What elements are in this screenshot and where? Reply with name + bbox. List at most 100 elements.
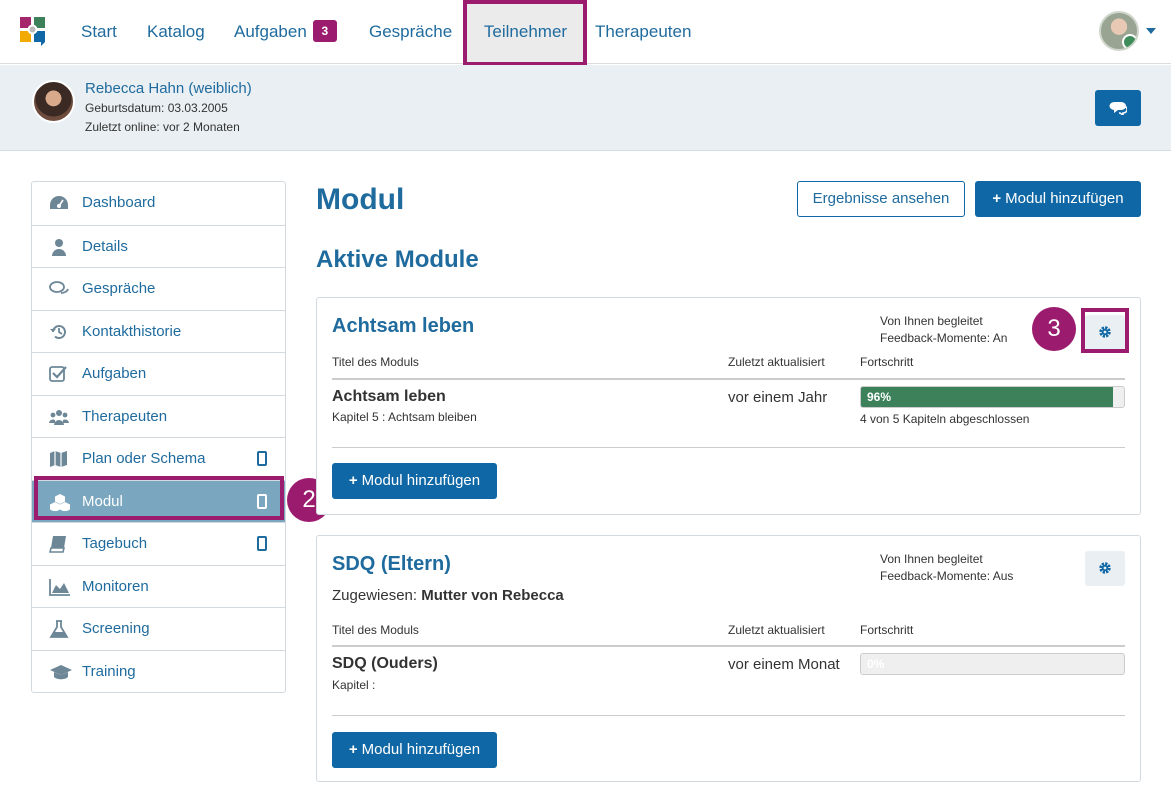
sidebar-item-label: Kontakthistorie bbox=[82, 322, 182, 340]
map-icon bbox=[49, 450, 69, 468]
patient-last-online: Zuletzt online: vor 2 Monaten bbox=[85, 120, 240, 134]
card-meta: Von Ihnen begleitet Feedback-Momente: Au… bbox=[880, 551, 1013, 585]
sidebar: Dashboard Details Gespräche Kontakthisto… bbox=[31, 181, 286, 693]
assigned-name: Mutter von Rebecca bbox=[421, 587, 564, 604]
sidebar-item-gespraeche[interactable]: Gespräche bbox=[32, 267, 285, 310]
card-add-module-button[interactable]: + Modul hinzufügen bbox=[332, 732, 497, 768]
view-results-button[interactable]: Ergebnisse ansehen bbox=[797, 181, 965, 217]
column-header-updated: Zuletzt aktualisiert bbox=[728, 355, 825, 369]
add-module-label: Modul hinzufügen bbox=[361, 472, 481, 489]
mobile-icon bbox=[257, 493, 267, 509]
column-header-progress: Fortschritt bbox=[860, 623, 914, 637]
add-module-label: Modul hinzufügen bbox=[361, 741, 481, 758]
nav-therapeuten[interactable]: Therapeuten bbox=[595, 0, 691, 64]
accompanied-text: Von Ihnen begleitet bbox=[880, 314, 983, 328]
chat-icon bbox=[49, 280, 69, 298]
progress-fill: 96% bbox=[861, 387, 1114, 407]
cubes-icon bbox=[49, 493, 70, 511]
sidebar-item-details[interactable]: Details bbox=[32, 224, 285, 268]
nav-aufgaben[interactable]: Aufgaben 3 bbox=[234, 0, 337, 64]
history-icon bbox=[49, 323, 69, 341]
column-header-title: Titel des Moduls bbox=[332, 623, 419, 637]
module-title[interactable]: SDQ (Ouders) bbox=[332, 655, 438, 673]
sidebar-item-training[interactable]: Training bbox=[32, 649, 285, 693]
sidebar-item-label: Aufgaben bbox=[82, 365, 147, 382]
sidebar-item-label: Screening bbox=[82, 620, 150, 637]
card-meta: Von Ihnen begleitet Feedback-Momente: An bbox=[880, 313, 1007, 347]
flask-icon bbox=[49, 620, 69, 638]
graduation-cap-icon bbox=[49, 663, 72, 681]
plus-icon: + bbox=[992, 190, 1002, 207]
mobile-icon bbox=[257, 451, 267, 466]
sidebar-item-therapeuten[interactable]: Therapeuten bbox=[32, 394, 285, 438]
module-card: Achtsam leben Von Ihnen begleitet Feedba… bbox=[316, 297, 1141, 515]
card-title[interactable]: Achtsam leben bbox=[332, 315, 474, 338]
comments-icon bbox=[1109, 101, 1127, 115]
module-updated: vor einem Monat bbox=[728, 656, 840, 673]
table-divider bbox=[332, 378, 1125, 380]
add-module-button[interactable]: + Modul hinzufügen bbox=[975, 181, 1141, 217]
module-card: SDQ (Eltern) Von Ihnen begleitet Feedbac… bbox=[316, 535, 1141, 782]
patient-birthdate: Geburtsdatum: 03.03.2005 bbox=[85, 101, 228, 115]
sidebar-item-kontakthistorie[interactable]: Kontakthistorie bbox=[32, 309, 285, 353]
feedback-status: Feedback-Momente: Aus bbox=[880, 569, 1014, 583]
patient-header: Rebecca Hahn (weiblich) Geburtsdatum: 03… bbox=[0, 65, 1171, 151]
assigned-label: Zugewiesen: bbox=[332, 587, 422, 604]
table-divider bbox=[332, 645, 1125, 647]
gear-icon bbox=[1099, 326, 1111, 338]
nav-start[interactable]: Start bbox=[81, 0, 117, 64]
sidebar-item-screening[interactable]: Screening bbox=[32, 607, 285, 650]
nav-gespraeche[interactable]: Gespräche bbox=[369, 0, 452, 64]
module-settings-button[interactable] bbox=[1085, 551, 1125, 586]
card-add-module-button[interactable]: + Modul hinzufügen bbox=[332, 463, 497, 499]
sidebar-item-plan-oder-schema[interactable]: Plan oder Schema bbox=[32, 437, 285, 480]
active-modules-heading: Aktive Module bbox=[316, 246, 479, 273]
column-header-progress: Fortschritt bbox=[860, 355, 914, 369]
sidebar-item-label: Training bbox=[82, 662, 136, 680]
feedback-status: Feedback-Momente: An bbox=[880, 331, 1008, 345]
book-icon bbox=[49, 535, 69, 553]
app-logo[interactable] bbox=[18, 15, 48, 47]
module-title[interactable]: Achtsam leben bbox=[332, 388, 446, 406]
user-avatar[interactable] bbox=[1099, 11, 1139, 51]
eye-icon bbox=[1122, 34, 1137, 49]
progress-bar: 96% bbox=[860, 386, 1125, 408]
patient-name[interactable]: Rebecca Hahn (weiblich) bbox=[85, 80, 252, 97]
module-settings-button[interactable] bbox=[1085, 315, 1125, 350]
user-icon bbox=[49, 238, 69, 256]
progress-bar: 0% bbox=[860, 653, 1125, 675]
module-chapter: Kapitel 5 : Achtsam bleiben bbox=[332, 410, 477, 424]
sidebar-item-label: Gespräche bbox=[82, 280, 156, 297]
nav-aufgaben-label: Aufgaben bbox=[234, 22, 307, 41]
add-module-label: Modul hinzufügen bbox=[1005, 190, 1124, 207]
progress-text: 4 von 5 Kapiteln abgeschlossen bbox=[860, 412, 1030, 426]
sidebar-item-label: Dashboard bbox=[82, 194, 156, 211]
assigned-to: Zugewiesen: Mutter von Rebecca bbox=[332, 587, 564, 604]
sidebar-item-label: Modul bbox=[82, 492, 123, 510]
module-chapter: Kapitel : bbox=[332, 678, 376, 692]
top-navigation: Start Katalog Aufgaben 3 Gespräche Teilne… bbox=[0, 0, 1171, 64]
dashboard-icon bbox=[49, 194, 69, 212]
sidebar-item-tagebuch[interactable]: Tagebuch bbox=[32, 522, 285, 565]
chat-button[interactable] bbox=[1095, 90, 1141, 126]
nav-katalog[interactable]: Katalog bbox=[147, 0, 205, 64]
progress-fill: 0% bbox=[867, 657, 885, 671]
module-updated: vor einem Jahr bbox=[728, 389, 828, 406]
plus-icon: + bbox=[348, 472, 358, 489]
checkbox-icon bbox=[49, 365, 69, 383]
sidebar-item-label: Monitoren bbox=[82, 577, 149, 595]
sidebar-item-monitoren[interactable]: Monitoren bbox=[32, 564, 285, 608]
sidebar-item-label: Tagebuch bbox=[82, 535, 148, 552]
sidebar-item-modul[interactable]: Modul bbox=[32, 479, 285, 522]
sidebar-item-label: Details bbox=[82, 237, 128, 255]
patient-avatar bbox=[32, 80, 75, 123]
mobile-icon bbox=[257, 536, 267, 551]
card-title[interactable]: SDQ (Eltern) bbox=[332, 553, 451, 576]
chevron-down-icon[interactable] bbox=[1146, 28, 1156, 34]
sidebar-item-aufgaben[interactable]: Aufgaben bbox=[32, 352, 285, 395]
card-divider bbox=[332, 715, 1125, 716]
accompanied-text: Von Ihnen begleitet bbox=[880, 552, 983, 566]
area-chart-icon bbox=[49, 578, 70, 596]
nav-teilnehmer[interactable]: Teilnehmer bbox=[467, 0, 584, 64]
sidebar-item-dashboard[interactable]: Dashboard bbox=[32, 182, 285, 225]
